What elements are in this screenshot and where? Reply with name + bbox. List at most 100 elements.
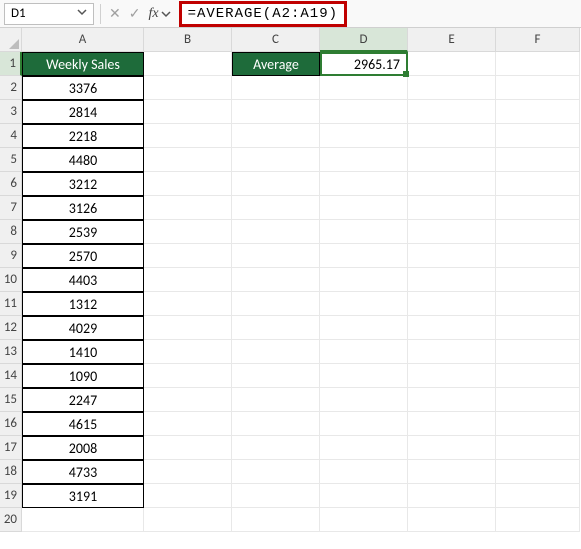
cell-A12[interactable]: 4029 xyxy=(22,316,144,340)
row-header[interactable]: 6 xyxy=(0,172,22,196)
row-header[interactable]: 5 xyxy=(0,148,22,172)
row-header[interactable]: 14 xyxy=(0,364,22,388)
cell[interactable] xyxy=(408,244,496,268)
cell[interactable] xyxy=(232,172,320,196)
cell[interactable] xyxy=(232,76,320,100)
cell[interactable] xyxy=(320,412,408,436)
row-header[interactable]: 8 xyxy=(0,220,22,244)
cell[interactable] xyxy=(408,388,496,412)
cell[interactable] xyxy=(320,220,408,244)
cell[interactable] xyxy=(496,172,580,196)
cell[interactable] xyxy=(232,508,320,532)
cell[interactable] xyxy=(320,124,408,148)
cell[interactable] xyxy=(320,76,408,100)
cell[interactable] xyxy=(144,292,232,316)
row-header[interactable]: 4 xyxy=(0,124,22,148)
row-header[interactable]: 11 xyxy=(0,292,22,316)
fx-icon[interactable]: fx xyxy=(146,6,172,22)
cell[interactable] xyxy=(496,244,580,268)
cell[interactable] xyxy=(232,124,320,148)
cell[interactable] xyxy=(496,196,580,220)
cell[interactable] xyxy=(408,100,496,124)
cell[interactable] xyxy=(496,412,580,436)
cell[interactable] xyxy=(320,364,408,388)
spreadsheet-grid[interactable]: A B C D E F 1 Weekly Sales Average 2965.… xyxy=(0,28,581,532)
cell[interactable] xyxy=(320,148,408,172)
check-icon[interactable]: ✓ xyxy=(127,5,143,22)
cell-A4[interactable]: 2218 xyxy=(22,124,144,148)
cell[interactable] xyxy=(408,268,496,292)
cell[interactable] xyxy=(496,508,580,532)
cell[interactable] xyxy=(144,388,232,412)
cell[interactable] xyxy=(144,484,232,508)
cell[interactable] xyxy=(232,388,320,412)
cell[interactable] xyxy=(408,412,496,436)
cell[interactable] xyxy=(320,340,408,364)
cell[interactable] xyxy=(320,292,408,316)
cell[interactable] xyxy=(408,196,496,220)
cell[interactable] xyxy=(232,220,320,244)
row-header[interactable]: 2 xyxy=(0,76,22,100)
cell[interactable] xyxy=(320,508,408,532)
cell[interactable] xyxy=(144,124,232,148)
cell[interactable] xyxy=(320,460,408,484)
formula-bar-input[interactable]: =AVERAGE(A2:A19) xyxy=(179,1,347,27)
cell-D1-selected[interactable]: 2965.17 xyxy=(320,52,408,76)
row-header[interactable]: 9 xyxy=(0,244,22,268)
cell[interactable] xyxy=(144,172,232,196)
cell[interactable] xyxy=(408,124,496,148)
cell-A11[interactable]: 1312 xyxy=(22,292,144,316)
row-header[interactable]: 15 xyxy=(0,388,22,412)
cell[interactable] xyxy=(232,100,320,124)
cell[interactable] xyxy=(408,172,496,196)
cell[interactable] xyxy=(408,364,496,388)
cell[interactable] xyxy=(320,436,408,460)
cell[interactable] xyxy=(144,244,232,268)
row-header[interactable]: 16 xyxy=(0,412,22,436)
cell[interactable] xyxy=(320,196,408,220)
cell[interactable] xyxy=(232,484,320,508)
cell[interactable] xyxy=(320,268,408,292)
cell[interactable] xyxy=(232,340,320,364)
col-header-C[interactable]: C xyxy=(232,28,320,52)
row-header[interactable]: 12 xyxy=(0,316,22,340)
cell-E1[interactable] xyxy=(408,52,496,76)
cell-A16[interactable]: 4615 xyxy=(22,412,144,436)
cell[interactable] xyxy=(232,436,320,460)
cell-A18[interactable]: 4733 xyxy=(22,460,144,484)
cell[interactable] xyxy=(496,436,580,460)
cell-A5[interactable]: 4480 xyxy=(22,148,144,172)
cell[interactable] xyxy=(408,76,496,100)
cell[interactable] xyxy=(496,220,580,244)
cell-A20[interactable] xyxy=(22,508,144,532)
row-header[interactable]: 13 xyxy=(0,340,22,364)
col-header-E[interactable]: E xyxy=(408,28,496,52)
cell[interactable] xyxy=(496,364,580,388)
cell[interactable] xyxy=(408,220,496,244)
cell[interactable] xyxy=(408,148,496,172)
row-header[interactable]: 3 xyxy=(0,100,22,124)
cell-A6[interactable]: 3212 xyxy=(22,172,144,196)
cell[interactable] xyxy=(232,268,320,292)
cell[interactable] xyxy=(144,364,232,388)
cell-A2[interactable]: 3376 xyxy=(22,76,144,100)
cell-A19[interactable]: 3191 xyxy=(22,484,144,508)
cell[interactable] xyxy=(232,364,320,388)
cell[interactable] xyxy=(408,340,496,364)
cell[interactable] xyxy=(144,316,232,340)
cell[interactable] xyxy=(320,100,408,124)
cell[interactable] xyxy=(144,508,232,532)
cell[interactable] xyxy=(232,148,320,172)
cell[interactable] xyxy=(232,244,320,268)
cell[interactable] xyxy=(496,268,580,292)
cell-A10[interactable]: 4403 xyxy=(22,268,144,292)
cell[interactable] xyxy=(232,316,320,340)
cell[interactable] xyxy=(496,292,580,316)
cell[interactable] xyxy=(496,460,580,484)
row-header[interactable]: 18 xyxy=(0,460,22,484)
cell-C1[interactable]: Average xyxy=(232,52,320,76)
cell-A13[interactable]: 1410 xyxy=(22,340,144,364)
row-header[interactable]: 17 xyxy=(0,436,22,460)
cell[interactable] xyxy=(408,316,496,340)
cell[interactable] xyxy=(144,268,232,292)
